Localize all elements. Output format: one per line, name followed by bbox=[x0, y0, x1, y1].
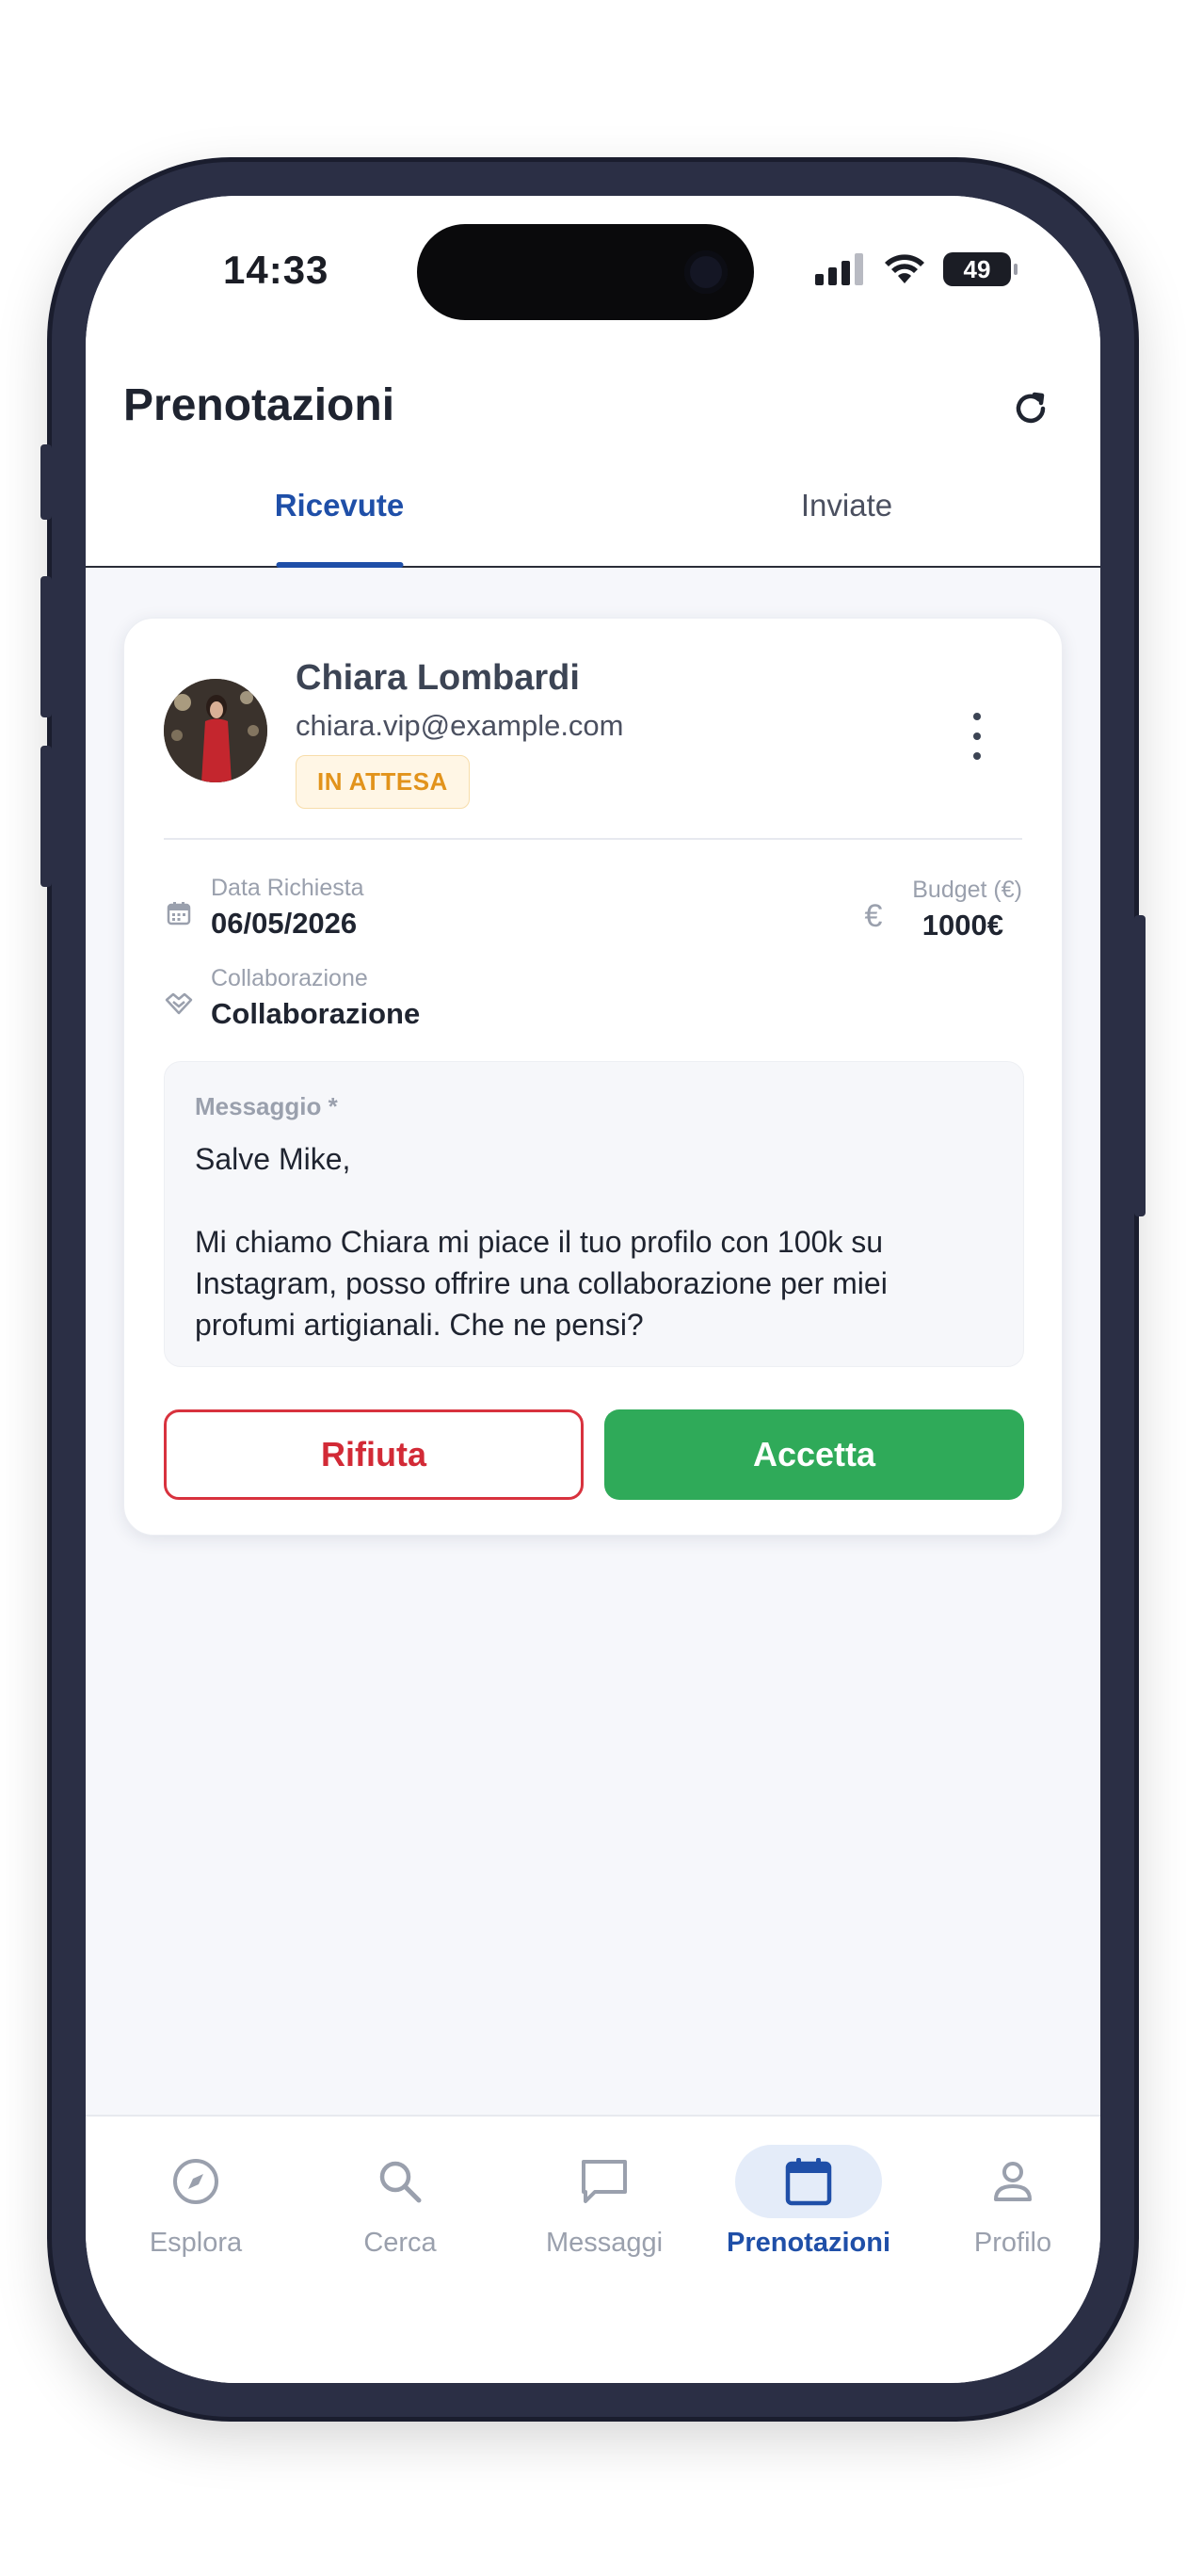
action-button bbox=[40, 444, 52, 520]
tab-bar: Ricevute Inviate bbox=[86, 445, 1100, 568]
status-bar: 14:33 49 bbox=[86, 196, 1100, 332]
handshake-icon bbox=[164, 989, 194, 1019]
compass-icon bbox=[173, 2159, 218, 2204]
power-button bbox=[1134, 915, 1146, 1216]
more-dot-icon bbox=[973, 752, 981, 760]
budget-value: 1000€ bbox=[922, 909, 1003, 942]
divider bbox=[164, 838, 1022, 840]
nav-label: Profilo bbox=[973, 2228, 1052, 2258]
nav-item-cerca[interactable]: Cerca bbox=[306, 2145, 494, 2277]
tab-inviate[interactable]: Inviate bbox=[593, 445, 1100, 566]
app-header: Prenotazioni bbox=[86, 332, 1100, 445]
volume-up-button bbox=[40, 576, 52, 717]
reject-button[interactable]: Rifiuta bbox=[164, 1409, 584, 1500]
chat-icon bbox=[582, 2160, 627, 2203]
booking-card: Chiara Lombardi chiara.vip@example.com I… bbox=[123, 618, 1063, 1536]
date-value: 06/05/2026 bbox=[211, 907, 358, 940]
accept-button[interactable]: Accetta bbox=[604, 1409, 1024, 1500]
more-dot-icon bbox=[973, 713, 981, 720]
more-options-button[interactable] bbox=[968, 713, 986, 760]
nav-item-prenotazioni[interactable]: Prenotazioni bbox=[714, 2145, 903, 2277]
battery-icon: 49 bbox=[943, 252, 1018, 286]
wifi-icon bbox=[885, 254, 924, 283]
nav-label: Esplora bbox=[149, 2228, 243, 2258]
message-box: Messaggio * Salve Mike, Mi chiamo Chiara… bbox=[164, 1061, 1024, 1367]
status-badge: IN ATTESA bbox=[296, 755, 470, 809]
message-text: Salve Mike, Mi chiamo Chiara mi piace il… bbox=[195, 1142, 888, 1342]
refresh-icon bbox=[1016, 392, 1046, 424]
nav-item-esplora[interactable]: Esplora bbox=[102, 2145, 290, 2277]
person-icon bbox=[994, 2162, 1032, 2201]
status-time: 14:33 bbox=[223, 248, 329, 292]
bottom-nav: Esplora Cerca Messaggi Prenotazioni Prof… bbox=[86, 2115, 1100, 2383]
nav-label: Cerca bbox=[363, 2228, 437, 2258]
more-dot-icon bbox=[973, 733, 981, 740]
date-label: Data Richiesta bbox=[211, 875, 364, 901]
euro-icon: € bbox=[864, 897, 883, 934]
search-icon bbox=[379, 2161, 422, 2203]
volume-down-button bbox=[40, 746, 52, 887]
user-email: chiara.vip@example.com bbox=[296, 709, 624, 742]
nav-item-messaggi[interactable]: Messaggi bbox=[510, 2145, 698, 2277]
status-icons: 49 bbox=[815, 252, 1018, 286]
camera-icon bbox=[684, 250, 728, 294]
message-label: Messaggio * bbox=[195, 1092, 338, 1120]
calendar-icon bbox=[785, 2158, 832, 2206]
dynamic-island bbox=[417, 224, 754, 320]
nav-item-profilo[interactable]: Profilo bbox=[919, 2145, 1100, 2277]
tab-ricevute[interactable]: Ricevute bbox=[86, 445, 593, 566]
type-value: Collaborazione bbox=[211, 997, 421, 1030]
type-label: Collaborazione bbox=[211, 965, 368, 991]
nav-label: Prenotazioni bbox=[726, 2228, 890, 2258]
screen: 14:33 49 Prenotazioni Ricevute Inviate C… bbox=[86, 196, 1100, 2383]
cellular-signal-icon bbox=[815, 253, 863, 285]
avatar-photo bbox=[164, 679, 267, 782]
user-name: Chiara Lombardi bbox=[296, 658, 580, 698]
page-title: Prenotazioni bbox=[123, 380, 395, 430]
nav-label: Messaggi bbox=[545, 2228, 664, 2258]
phone-frame: 14:33 49 Prenotazioni Ricevute Inviate C… bbox=[40, 162, 1146, 2417]
calendar-icon bbox=[164, 898, 194, 928]
budget-label: Budget (€) bbox=[912, 877, 1022, 903]
refresh-button[interactable] bbox=[1006, 384, 1055, 433]
avatar[interactable] bbox=[164, 679, 267, 782]
